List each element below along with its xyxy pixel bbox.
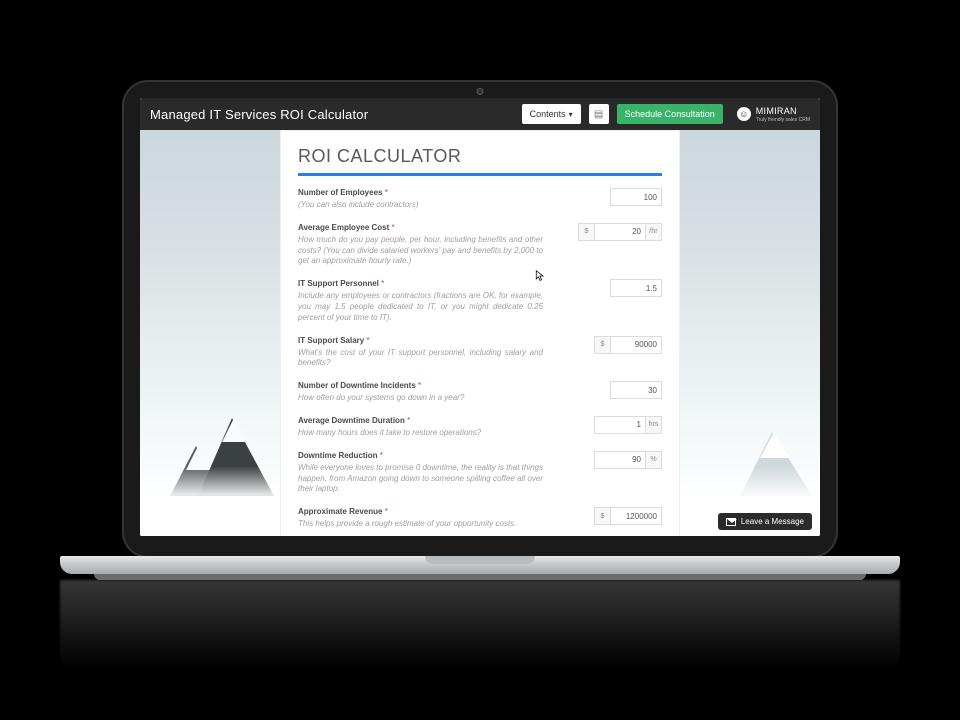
leave-message-label: Leave a Message [741, 517, 804, 526]
field-control: $1200000 [594, 507, 662, 525]
number-input[interactable]: 1 [594, 416, 646, 434]
form-field: Average Employee Cost * How much do you p… [298, 223, 662, 267]
brand-tagline: Truly friendly sales CRM [756, 117, 810, 123]
required-star: * [380, 451, 383, 460]
field-label: Downtime Reduction * [298, 451, 594, 460]
number-input[interactable]: 30 [610, 381, 662, 399]
form-field: Average Downtime Duration * How many hour… [298, 416, 662, 439]
roi-form-panel: ROI CALCULATOR Number of Employees * (You… [280, 130, 680, 536]
field-hint: While everyone loves to promise 0 downti… [298, 463, 543, 495]
panel-heading: ROI CALCULATOR [298, 146, 662, 176]
screen: Managed IT Services ROI Calculator Conte… [140, 98, 820, 536]
document-button[interactable]: ▤ [589, 104, 609, 124]
field-control: 1hrs [594, 416, 662, 434]
contents-dropdown[interactable]: Contents ▾ [522, 104, 581, 124]
field-control: 1.5 [610, 279, 662, 297]
leave-message-button[interactable]: Leave a Message [718, 513, 812, 530]
field-hint: How much do you pay people, per hour, in… [298, 235, 543, 267]
fields-list: Number of Employees * (You can also inclu… [298, 188, 662, 536]
field-control: $20/hr [578, 223, 662, 241]
number-input[interactable]: 1.5 [610, 279, 662, 297]
field-hint: (You can also include contractors) [298, 200, 543, 211]
field-hint: Include any employees or contractors (fr… [298, 291, 543, 323]
envelope-icon [726, 518, 736, 526]
field-label: Average Employee Cost * [298, 223, 578, 232]
input-prefix: $ [594, 507, 610, 525]
field-control: $90000 [594, 336, 662, 354]
input-suffix: /hr [646, 223, 662, 241]
number-input[interactable]: 90000 [610, 336, 662, 354]
required-star: * [385, 188, 388, 197]
field-hint: How often do your systems go down in a y… [298, 393, 543, 404]
form-field: IT Support Personnel * Include any employ… [298, 279, 662, 323]
number-input[interactable]: 20 [594, 223, 646, 241]
required-star: * [366, 336, 369, 345]
brand-name: MIMIRAN [756, 106, 810, 116]
field-label: Number of Downtime Incidents * [298, 381, 610, 390]
laptop-base [60, 556, 900, 574]
laptop-reflection [60, 580, 900, 670]
schedule-label: Schedule Consultation [625, 109, 715, 119]
input-prefix: $ [594, 336, 610, 354]
document-icon: ▤ [594, 109, 603, 120]
input-suffix: hrs [646, 416, 662, 434]
laptop-frame: Managed IT Services ROI Calculator Conte… [122, 80, 838, 558]
contents-label: Contents [530, 109, 566, 119]
field-control: 90% [594, 451, 662, 469]
brand-logo-icon: ☺ [737, 107, 751, 121]
number-input[interactable]: 100 [610, 188, 662, 206]
field-label: Approximate Revenue * [298, 507, 594, 516]
form-field: Downtime Reduction * While everyone loves… [298, 451, 662, 495]
brand[interactable]: ☺ MIMIRAN Truly friendly sales CRM [737, 106, 810, 123]
page-title: Managed IT Services ROI Calculator [150, 107, 514, 122]
field-label: Number of Employees * [298, 188, 610, 197]
form-field: Approximate Revenue * This helps provide … [298, 507, 662, 530]
form-field: IT Support Salary * What's the cost of yo… [298, 336, 662, 370]
input-suffix: % [646, 451, 662, 469]
field-hint: What's the cost of your IT support perso… [298, 348, 543, 370]
form-field: Number of Downtime Incidents * How often … [298, 381, 662, 404]
camera-dot [477, 88, 484, 95]
input-prefix: $ [578, 223, 594, 241]
field-control: 100 [610, 188, 662, 206]
chevron-down-icon: ▾ [569, 110, 573, 119]
number-input[interactable]: 90 [594, 451, 646, 469]
required-star: * [385, 507, 388, 516]
brand-text-wrap: MIMIRAN Truly friendly sales CRM [756, 106, 810, 123]
top-bar: Managed IT Services ROI Calculator Conte… [140, 98, 820, 130]
field-label: IT Support Salary * [298, 336, 594, 345]
form-field: Number of Employees * (You can also inclu… [298, 188, 662, 211]
schedule-consultation-button[interactable]: Schedule Consultation [617, 104, 723, 124]
field-hint: This helps provide a rough estimate of y… [298, 519, 543, 530]
field-label: Average Downtime Duration * [298, 416, 594, 425]
required-star: * [381, 279, 384, 288]
required-star: * [407, 416, 410, 425]
required-star: * [392, 223, 395, 232]
required-star: * [418, 381, 421, 390]
field-hint: How many hours does it take to restore o… [298, 428, 543, 439]
number-input[interactable]: 1200000 [610, 507, 662, 525]
field-control: 30 [610, 381, 662, 399]
field-label: IT Support Personnel * [298, 279, 610, 288]
